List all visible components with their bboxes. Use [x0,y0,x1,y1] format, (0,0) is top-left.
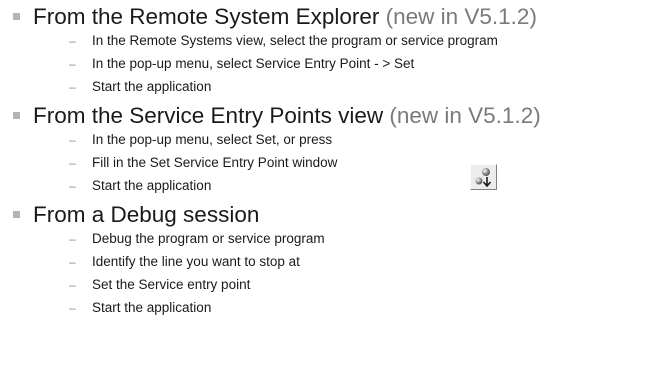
section-heading: From a Debug session [33,202,259,228]
list-item-text: Debug the program or service program [92,231,325,246]
section-title: From the Service Entry Points view [33,103,384,128]
section-note: (new in V5.1.2) [383,103,541,128]
dash-bullet-icon: – [69,179,76,193]
section-heading-row: From the Remote System Explorer (new in … [0,4,668,30]
dash-bullet-icon: – [69,255,76,269]
dash-bullet-icon: – [69,232,76,246]
list-item-text: Identify the line you want to stop at [92,254,300,269]
list-item: – Debug the program or service program [0,228,668,251]
list-item: – In the Remote Systems view, select the… [0,30,668,53]
list-item: – Start the application [0,175,668,198]
section-note: (new in V5.1.2) [379,4,537,29]
list-item: – Start the application [0,297,668,320]
dash-bullet-icon: – [69,278,76,292]
list-item: – Set the Service entry point [0,274,668,297]
square-bullet-icon [13,211,20,218]
dash-bullet-icon: – [69,301,76,315]
list-item-text: In the pop-up menu, select Service Entry… [92,56,415,71]
section-heading-row: From a Debug session [0,202,668,228]
square-bullet-icon [13,13,20,20]
list-item-text: In the Remote Systems view, select the p… [92,33,498,48]
list-item-text: In the pop-up menu, select Set, or press [92,132,333,147]
square-bullet-icon [13,112,20,119]
list-item: – In the pop-up menu, select Set, or pre… [0,129,668,152]
set-service-entry-point-icon [475,168,492,188]
set-service-entry-point-button[interactable] [470,164,497,190]
list-item-text: Start the application [92,79,212,94]
dash-bullet-icon: – [69,34,76,48]
section-service-entry-points-view: From the Service Entry Points view (new … [0,103,668,198]
list-item: – Fill in the Set Service Entry Point wi… [0,152,668,175]
dash-bullet-icon: – [69,133,76,147]
list-item-text: Fill in the Set Service Entry Point wind… [92,155,338,170]
section-title: From a Debug session [33,202,260,227]
section-remote-system-explorer: From the Remote System Explorer (new in … [0,4,668,99]
section-heading-row: From the Service Entry Points view (new … [0,103,668,129]
section-title: From the Remote System Explorer [33,4,380,29]
list-item-text: Set the Service entry point [92,277,251,292]
list-item-text: Start the application [92,178,212,193]
dash-bullet-icon: – [69,57,76,71]
dash-bullet-icon: – [69,156,76,170]
dash-bullet-icon: – [69,80,76,94]
section-heading: From the Remote System Explorer (new in … [33,4,537,30]
section-debug-session: From a Debug session – Debug the program… [0,202,668,320]
section-heading: From the Service Entry Points view (new … [33,103,541,129]
list-item-text: Start the application [92,300,212,315]
list-item: – Start the application [0,76,668,99]
list-item: – In the pop-up menu, select Service Ent… [0,53,668,76]
list-item: – Identify the line you want to stop at [0,251,668,274]
